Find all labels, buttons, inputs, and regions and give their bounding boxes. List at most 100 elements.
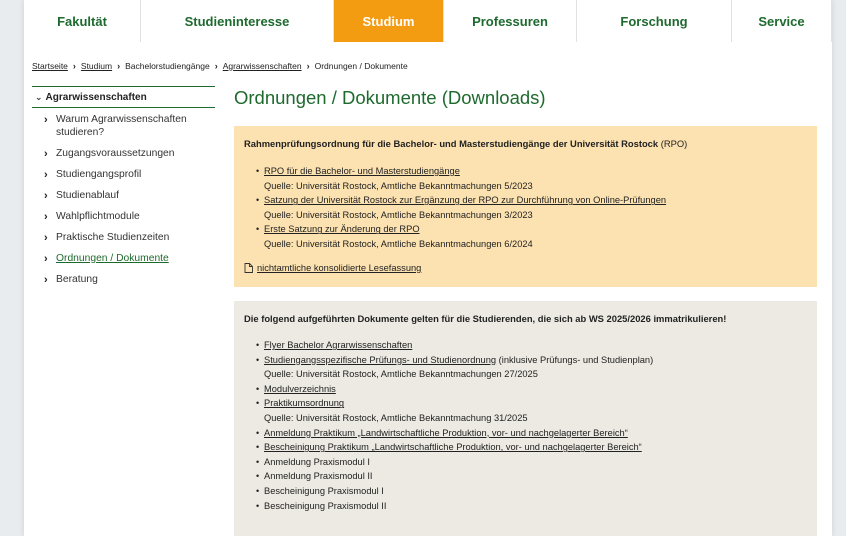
list-item: • Bescheinigung Praktikum „Landwirtschaf… bbox=[256, 440, 653, 455]
document-link[interactable]: Anmeldung Praktikum „Landwirtschaftliche… bbox=[264, 428, 628, 438]
sidebar-item-praktische-studienzeiten[interactable]: › Praktische Studienzeiten bbox=[32, 232, 215, 245]
nav-item-forschung[interactable]: Forschung bbox=[577, 0, 732, 42]
bullet: • bbox=[256, 471, 260, 482]
document-source: Quelle: Universität Rostock, Amtliche Be… bbox=[264, 369, 538, 380]
bullet: • bbox=[256, 398, 260, 409]
nav-item-studium[interactable]: Studium bbox=[334, 0, 444, 42]
list-item: • Satzung der Universität Rostock zur Er… bbox=[256, 193, 666, 222]
page: Fakultät Studieninteresse Studium Profes… bbox=[24, 0, 832, 536]
document-source: Quelle: Universität Rostock, Amtliche Be… bbox=[264, 180, 533, 191]
document-source: Quelle: Universität Rostock, Amtliche Be… bbox=[264, 238, 533, 249]
sidebar-item-label: Wahlpflichtmodule bbox=[56, 210, 140, 222]
breadcrumb-current: Ordnungen / Dokumente bbox=[314, 61, 408, 71]
chevron-right-icon: › bbox=[44, 189, 48, 202]
document-text: Anmeldung Praxismodul II bbox=[264, 471, 373, 482]
chevron-right-icon: › bbox=[44, 252, 48, 265]
document-text: Bescheinigung Praxismodul II bbox=[264, 500, 387, 511]
list-item: • Anmeldung Praxismodul II bbox=[256, 469, 653, 484]
rpo-box: Rahmenprüfungsordnung für die Bachelor- … bbox=[234, 126, 817, 287]
page-title: Ordnungen / Dokumente (Downloads) bbox=[234, 87, 546, 108]
breadcrumb: Startseite › Studium › Bachelorstudiengä… bbox=[32, 61, 408, 71]
document-link[interactable]: Erste Satzung zur Änderung der RPO bbox=[264, 224, 420, 234]
chevron-right-icon: › bbox=[44, 231, 48, 244]
nav-item-service[interactable]: Service bbox=[732, 0, 832, 42]
bullet: • bbox=[256, 195, 260, 206]
list-item: • Anmeldung Praktikum „Landwirtschaftlic… bbox=[256, 426, 653, 441]
document-link[interactable]: Studiengangsspezifische Prüfungs- und St… bbox=[264, 355, 496, 365]
chevron-right-icon: › bbox=[44, 168, 48, 181]
sidebar-item-wahlpflichtmodule[interactable]: › Wahlpflichtmodule bbox=[32, 211, 215, 224]
document-link[interactable]: Bescheinigung Praktikum „Landwirtschaftl… bbox=[264, 442, 642, 452]
documents-list: • Flyer Bachelor Agrarwissenschaften • S… bbox=[256, 338, 653, 513]
rpo-heading-bold: Rahmenprüfungsordnung für die Bachelor- … bbox=[244, 138, 659, 149]
sidebar-item-warum[interactable]: › Warum Agrarwissenschaften studieren? bbox=[32, 114, 215, 139]
sidebar: ⌄ Agrarwissenschaften › Warum Agrarwissen… bbox=[32, 86, 215, 295]
bullet: • bbox=[256, 166, 260, 176]
bullet: • bbox=[256, 383, 260, 394]
breadcrumb-studium[interactable]: Studium bbox=[81, 61, 112, 71]
document-source: Quelle: Universität Rostock, Amtliche Be… bbox=[264, 209, 533, 220]
breadcrumb-separator: › bbox=[214, 61, 218, 71]
sidebar-item-label: Praktische Studienzeiten bbox=[56, 231, 170, 243]
document-suffix: (inklusive Prüfungs- und Studienplan) bbox=[498, 354, 654, 365]
list-item: • RPO für die Bachelor- und Masterstudie… bbox=[256, 164, 666, 193]
bullet: • bbox=[256, 456, 260, 467]
sidebar-item-studienablauf[interactable]: › Studienablauf bbox=[32, 190, 215, 203]
list-item: • Erste Satzung zur Änderung der RPO Que… bbox=[256, 222, 666, 251]
document-link[interactable]: Modulverzeichnis bbox=[264, 384, 336, 394]
breadcrumb-bachelorstudiengaenge: Bachelorstudiengänge bbox=[125, 61, 210, 71]
sidebar-item-label: Zugangsvoraussetzungen bbox=[56, 147, 175, 159]
chevron-right-icon: › bbox=[44, 147, 48, 160]
list-item: • Praktikumsordnung Quelle: Universität … bbox=[256, 396, 653, 425]
document-text: Bescheinigung Praxismodul I bbox=[264, 485, 384, 496]
documents-box: Die folgend aufgeführten Dokumente gelte… bbox=[234, 301, 817, 536]
document-source: Quelle: Universität Rostock, Amtliche Be… bbox=[264, 412, 528, 423]
sidebar-item-label: Studiengangsprofil bbox=[56, 168, 142, 180]
chevron-right-icon: › bbox=[44, 273, 48, 286]
document-link[interactable]: Praktikumsordnung bbox=[264, 398, 344, 408]
main-navigation: Fakultät Studieninteresse Studium Profes… bbox=[24, 0, 832, 42]
sidebar-item-beratung[interactable]: › Beratung bbox=[32, 274, 215, 287]
sidebar-item-label: Beratung bbox=[56, 273, 98, 285]
nav-item-fakultaet[interactable]: Fakultät bbox=[24, 0, 141, 42]
chevron-right-icon: › bbox=[44, 114, 48, 126]
sidebar-item-zugangsvoraussetzungen[interactable]: › Zugangsvoraussetzungen bbox=[32, 148, 215, 161]
rpo-document-list: • RPO für die Bachelor- und Masterstudie… bbox=[256, 164, 666, 252]
document-link[interactable]: Satzung der Universität Rostock zur Ergä… bbox=[264, 195, 666, 205]
bullet: • bbox=[256, 442, 260, 453]
sidebar-item-label: Studienablauf bbox=[56, 189, 119, 201]
breadcrumb-agrarwissenschaften[interactable]: Agrarwissenschaften bbox=[223, 61, 302, 71]
sidebar-item-ordnungen-dokumente[interactable]: › Ordnungen / Dokumente bbox=[32, 253, 215, 266]
nav-item-studieninteresse[interactable]: Studieninteresse bbox=[141, 0, 334, 42]
bullet: • bbox=[256, 224, 260, 235]
nav-item-professuren[interactable]: Professuren bbox=[444, 0, 577, 42]
chevron-right-icon: › bbox=[44, 210, 48, 223]
rpo-heading-suffix: (RPO) bbox=[660, 138, 688, 149]
sidebar-list: › Warum Agrarwissenschaften studieren? › Z… bbox=[32, 108, 215, 286]
lesefassung-link[interactable]: nichtamtliche konsolidierte Lesefassung bbox=[257, 263, 421, 273]
sidebar-heading[interactable]: ⌄ Agrarwissenschaften bbox=[32, 86, 215, 108]
sidebar-item-studiengangsprofil[interactable]: › Studiengangsprofil bbox=[32, 169, 215, 182]
bullet: • bbox=[256, 485, 260, 496]
breadcrumb-separator: › bbox=[72, 61, 76, 71]
sidebar-heading-label: Agrarwissenschaften bbox=[45, 91, 147, 103]
list-item: • Modulverzeichnis bbox=[256, 382, 653, 397]
document-link[interactable]: RPO für die Bachelor- und Masterstudieng… bbox=[264, 166, 460, 176]
bullet: • bbox=[256, 500, 260, 511]
sidebar-item-label: Ordnungen / Dokumente bbox=[56, 252, 169, 264]
document-text: Anmeldung Praxismodul I bbox=[264, 456, 370, 467]
breadcrumb-separator: › bbox=[306, 61, 310, 71]
list-item: • Bescheinigung Praxismodul II bbox=[256, 499, 653, 514]
list-item: • Flyer Bachelor Agrarwissenschaften bbox=[256, 338, 653, 353]
bullet: • bbox=[256, 340, 260, 350]
list-item: • Anmeldung Praxismodul I bbox=[256, 455, 653, 470]
breadcrumb-startseite[interactable]: Startseite bbox=[32, 61, 68, 71]
breadcrumb-separator: › bbox=[117, 61, 121, 71]
list-item: • Studiengangsspezifische Prüfungs- und … bbox=[256, 353, 653, 382]
document-link[interactable]: Flyer Bachelor Agrarwissenschaften bbox=[264, 340, 412, 350]
bullet: • bbox=[256, 427, 260, 438]
document-icon bbox=[244, 263, 253, 273]
chevron-down-icon: ⌄ bbox=[35, 91, 43, 102]
rpo-box-heading: Rahmenprüfungsordnung für die Bachelor- … bbox=[244, 138, 687, 149]
documents-box-heading: Die folgend aufgeführten Dokumente gelte… bbox=[244, 313, 727, 324]
